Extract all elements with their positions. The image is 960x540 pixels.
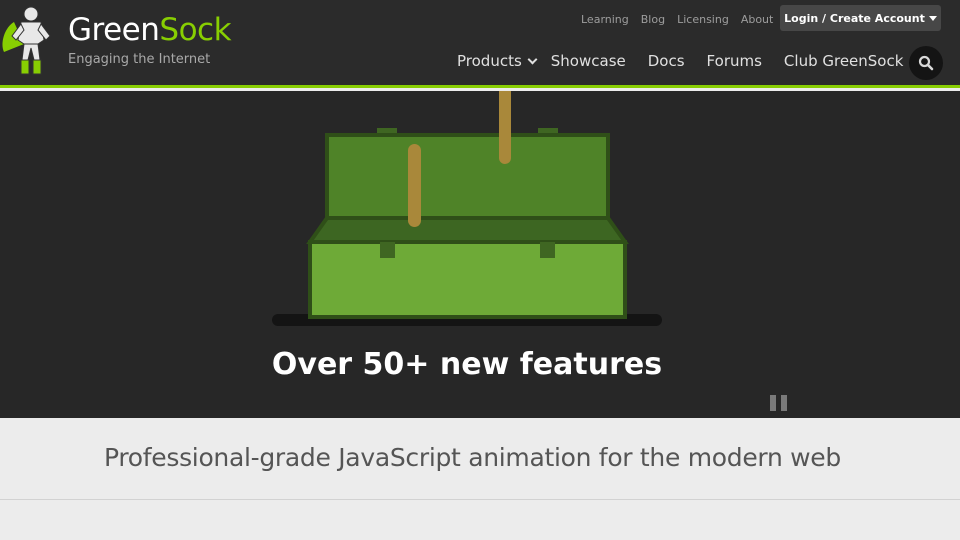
chevron-down-icon [527,54,538,64]
logo-tagline: Engaging the Internet [68,52,211,67]
util-nav-learning[interactable]: Learning [581,13,629,26]
util-nav-licensing[interactable]: Licensing [677,13,729,26]
logo-title: GreenSock [68,12,232,48]
nav-showcase[interactable]: Showcase [551,52,626,70]
util-nav-about[interactable]: About [741,13,774,26]
pause-icon[interactable] [770,395,788,411]
nav-forums[interactable]: Forums [707,52,762,70]
toolbox-lid [325,128,610,220]
site-header: GreenSock Engaging the Internet Learning… [0,0,960,88]
nav-docs[interactable]: Docs [648,52,685,70]
superhero-mascot-icon [2,6,51,75]
hero-slider: Over 50+ new features [0,91,960,418]
nav-products-label: Products [457,52,522,70]
nav-products[interactable]: Products [457,52,538,70]
search-icon [918,55,934,71]
login-button-label: Login / Create Account [784,11,925,25]
logo-title-part1: Green [68,12,160,48]
util-nav-blog[interactable]: Blog [641,13,665,26]
tool-handle-back [499,91,511,164]
login-create-account-button[interactable]: Login / Create Account [780,5,941,31]
logo-title-part2: Sock [159,12,232,48]
tagline-band: Professional-grade JavaScript animation … [0,418,960,500]
nav-club-greensock[interactable]: Club GreenSock [784,52,904,70]
tool-handle-front [408,144,421,227]
main-nav: Products Showcase Docs Forums Club Green… [457,52,903,70]
hero-caption: Over 50+ new features [271,347,663,382]
toolbox-illustration [272,91,662,326]
tagline-text: Professional-grade JavaScript animation … [104,443,841,472]
utility-nav: Learning Blog Licensing About [570,13,773,26]
search-button[interactable] [909,46,943,80]
caret-down-icon [928,16,937,21]
greensock-logo[interactable]: GreenSock Engaging the Internet [0,0,240,86]
toolbox-base [306,216,629,319]
